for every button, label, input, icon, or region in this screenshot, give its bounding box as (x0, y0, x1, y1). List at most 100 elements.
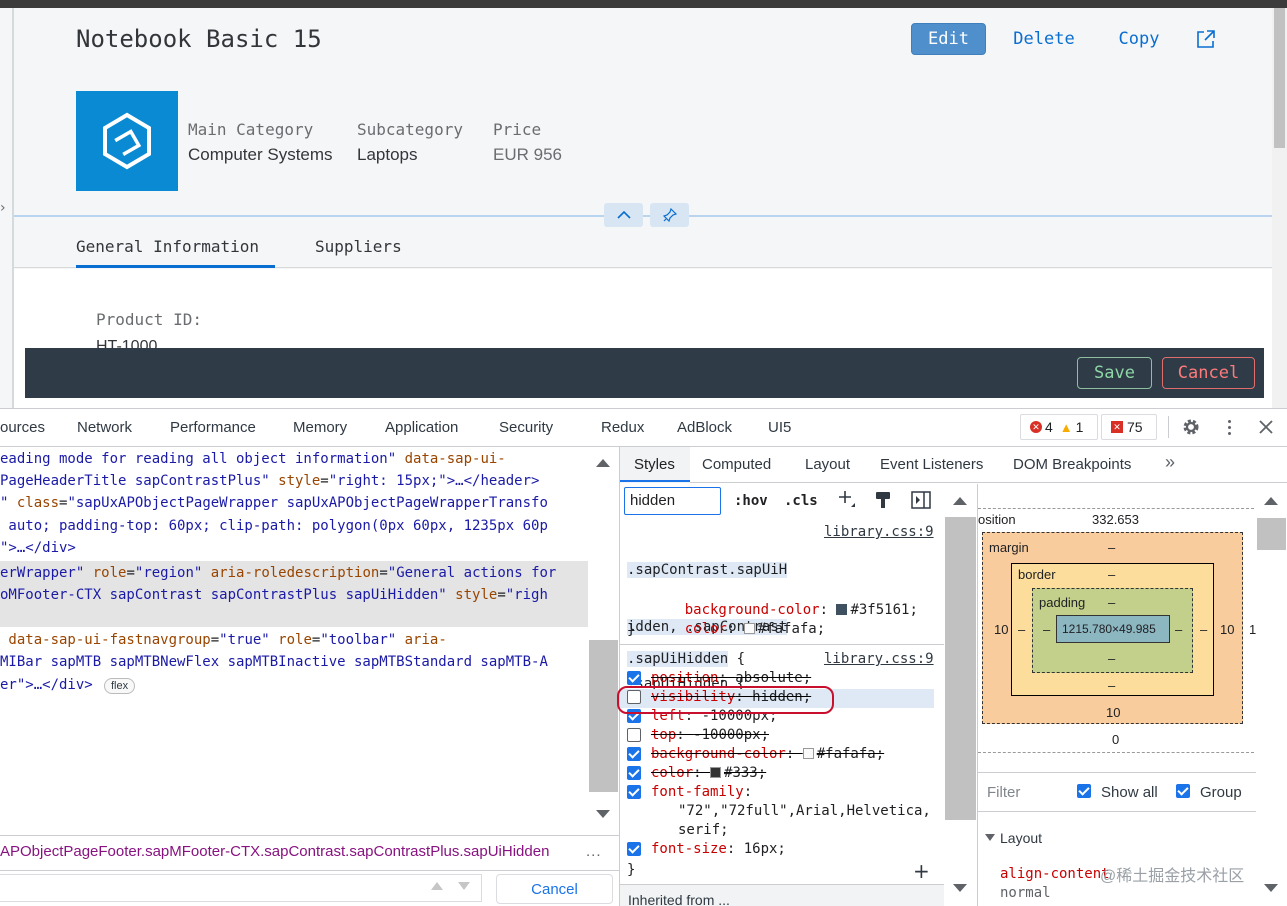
declaration[interactable]: background-color: #fafafa; (627, 745, 884, 764)
declaration-checkbox[interactable] (627, 842, 641, 856)
property-value[interactable]: 16px; (744, 841, 786, 857)
layout-expand-icon[interactable] (985, 834, 995, 841)
cls-toggle[interactable]: .cls (784, 493, 818, 509)
group-checkbox[interactable] (1176, 784, 1190, 798)
dom-line[interactable]: " class="sapUxAPObjectPageWrapper sapUxA… (0, 492, 585, 514)
rule-source-link[interactable]: library.css:9 (824, 650, 934, 669)
issues-badge[interactable]: ✕ 75 (1101, 414, 1157, 440)
settings-gear-icon[interactable] (1180, 416, 1202, 438)
declaration-checkbox[interactable] (627, 785, 641, 799)
property-value[interactable]: "72","72full",Arial,Helvetica, (678, 803, 931, 819)
rule-selector[interactable]: .sapUiHidden (627, 651, 729, 667)
property-name[interactable]: top (651, 727, 676, 743)
collapse-arrow-icon[interactable]: › (0, 200, 6, 216)
add-rule-icon[interactable] (837, 489, 857, 509)
search-next-icon[interactable] (458, 882, 470, 890)
property-value[interactable]: #fafafa; (817, 746, 884, 762)
save-button[interactable]: Save (1077, 357, 1152, 389)
declaration[interactable]: color: #333; (627, 764, 766, 783)
declaration[interactable]: serif; (678, 821, 729, 840)
dom-line[interactable]: auto; padding-top: 60px; clip-path: poly… (0, 515, 585, 537)
border-left-value[interactable]: – (1018, 622, 1025, 637)
add-declaration-icon[interactable]: + (913, 861, 930, 881)
app-scrollbar-track[interactable] (1272, 8, 1287, 408)
computed-scrollbar[interactable] (1256, 484, 1287, 906)
scroll-down-arrow-icon[interactable] (596, 810, 610, 818)
subtab-event-listeners[interactable]: Event Listeners (880, 456, 983, 473)
declaration[interactable]: font-family: (627, 783, 761, 802)
property-name[interactable]: position (651, 670, 718, 686)
computed-property-name[interactable]: align-content (1000, 866, 1110, 882)
scroll-up-arrow-icon[interactable] (953, 497, 967, 505)
tab-performance[interactable]: Performance (170, 419, 256, 436)
close-devtools-icon[interactable] (1258, 419, 1274, 435)
dom-search-input[interactable] (0, 874, 482, 902)
flex-badge[interactable]: flex (104, 678, 136, 694)
copy-button[interactable]: Copy (1108, 23, 1170, 55)
property-name[interactable]: font-family (651, 784, 744, 800)
color-swatch[interactable] (802, 748, 814, 759)
dom-line[interactable]: MIBar sapMTB sapMTBNewFlex sapMTBInactiv… (0, 651, 585, 673)
declaration-checkbox[interactable] (627, 728, 641, 742)
elements-scroll-thumb[interactable] (589, 640, 618, 792)
declaration[interactable]: font-size: 16px; (627, 840, 786, 859)
declaration-checkbox[interactable] (627, 671, 641, 685)
dom-line[interactable]: erWrapper" role="region" aria-roledescri… (0, 562, 585, 584)
share-icon[interactable] (1195, 28, 1217, 50)
subtab-layout[interactable]: Layout (805, 456, 850, 473)
pin-header-button[interactable] (650, 203, 689, 227)
padding-top-value[interactable]: – (1108, 595, 1115, 610)
error-warning-badge[interactable]: ✕ 4 ▲ 1 (1020, 414, 1098, 440)
dom-breadcrumb[interactable]: APObjectPageFooter.sapMFooter-CTX.sapCon… (0, 843, 575, 860)
property-value[interactable]: absolute; (735, 670, 811, 686)
tab-network[interactable]: Network (77, 419, 132, 436)
tab-ui5[interactable]: UI5 (768, 419, 791, 436)
computed-property-value[interactable]: normal (1000, 885, 1051, 901)
collapse-header-button[interactable] (604, 203, 643, 227)
subtab-dom-breakpoints[interactable]: DOM Breakpoints (1013, 456, 1131, 473)
border-top-value[interactable]: – (1108, 567, 1115, 582)
declaration-checkbox[interactable] (627, 766, 641, 780)
color-swatch[interactable] (836, 604, 848, 615)
content-size[interactable]: 1215.780×49.985 (1062, 622, 1156, 636)
delete-button[interactable]: Delete (1003, 23, 1085, 55)
hov-toggle[interactable]: :hov (734, 493, 768, 509)
property-value[interactable]: #333; (724, 765, 766, 781)
tab-sources[interactable]: ources (0, 419, 45, 436)
scroll-up-arrow-icon[interactable] (1264, 497, 1278, 505)
property-name[interactable]: font-size (651, 841, 727, 857)
scroll-up-arrow-icon[interactable] (596, 459, 610, 467)
breadcrumb-ellipsis[interactable]: ... (586, 843, 602, 860)
padding-right-value[interactable]: – (1175, 622, 1182, 637)
edit-button[interactable]: Edit (911, 23, 986, 55)
more-tabs-chevron-icon[interactable]: » (1165, 452, 1175, 473)
margin-right-value[interactable]: 10 (1220, 622, 1234, 637)
tab-security[interactable]: Security (499, 419, 553, 436)
dom-line[interactable]: data-sap-ui-fastnavgroup="true" role="to… (0, 629, 585, 651)
tab-memory[interactable]: Memory (293, 419, 347, 436)
margin-bottom-value[interactable]: 10 (1106, 705, 1120, 720)
declaration-checkbox[interactable] (627, 747, 641, 761)
property-name[interactable]: color (651, 765, 693, 781)
search-prev-icon[interactable] (431, 882, 443, 890)
border-right-value[interactable]: – (1200, 622, 1207, 637)
dom-line[interactable]: ">…</div> (0, 537, 585, 559)
tab-suppliers[interactable]: Suppliers (315, 237, 402, 256)
elements-scrollbar[interactable] (588, 447, 619, 833)
tab-application[interactable]: Application (385, 419, 458, 436)
tab-general-information[interactable]: General Information (76, 237, 259, 256)
computed-filter-input[interactable]: Filter (987, 784, 1020, 801)
tab-redux[interactable]: Redux (601, 419, 644, 436)
property-name[interactable]: color (685, 621, 727, 637)
color-swatch[interactable] (743, 623, 755, 634)
tab-adblock[interactable]: AdBlock (677, 419, 732, 436)
color-swatch[interactable] (710, 767, 722, 778)
computed-layout-heading[interactable]: Layout (1000, 830, 1042, 846)
dom-line[interactable]: er">…</div> (0, 674, 585, 696)
border-bottom-value[interactable]: – (1108, 678, 1115, 693)
property-value[interactable]: #fafafa; (758, 621, 825, 637)
property-value[interactable]: #3f5161; (850, 602, 917, 618)
property-value[interactable]: -10000px; (693, 727, 769, 743)
dom-line[interactable]: oMFooter-CTX sapContrast sapContrastPlus… (0, 584, 585, 606)
dom-line[interactable]: eading mode for reading all object infor… (0, 448, 585, 470)
